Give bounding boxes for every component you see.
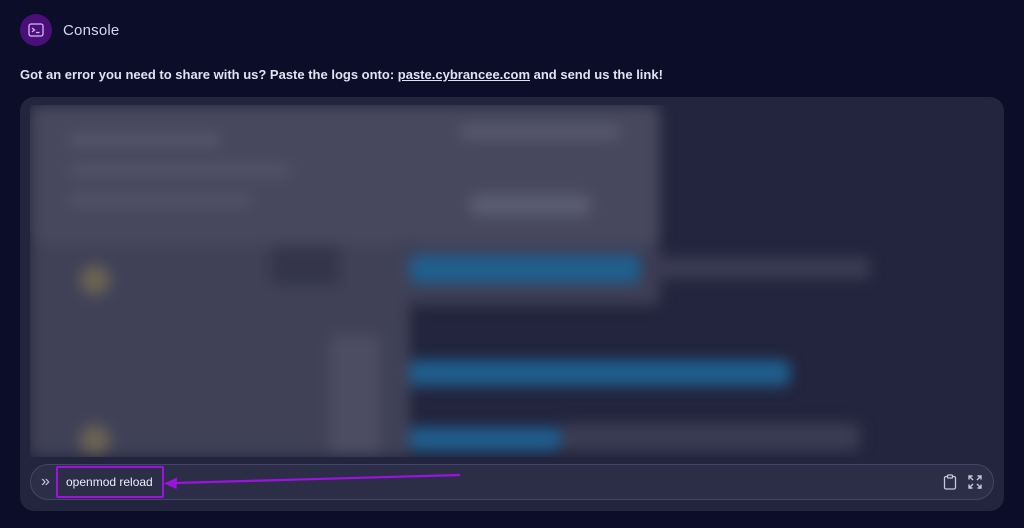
expand-icon[interactable] bbox=[967, 474, 983, 495]
page-header: Console bbox=[20, 12, 119, 48]
console-page: Console Got an error you need to share w… bbox=[0, 0, 1024, 528]
blurred-log-content bbox=[30, 105, 970, 457]
info-text: Got an error you need to share with us? … bbox=[20, 67, 663, 82]
info-prefix: Got an error you need to share with us? … bbox=[20, 67, 398, 82]
paste-link[interactable]: paste.cybrancee.com bbox=[398, 67, 530, 82]
command-input[interactable] bbox=[56, 466, 164, 498]
console-panel: » bbox=[20, 97, 1004, 511]
annotation-arrow bbox=[164, 473, 461, 489]
info-suffix: and send us the link! bbox=[530, 67, 663, 82]
terminal-icon bbox=[20, 14, 52, 46]
console-log-output[interactable] bbox=[30, 105, 970, 457]
chevron-right-double-icon: » bbox=[41, 473, 50, 490]
clipboard-icon[interactable] bbox=[943, 474, 957, 495]
page-title: Console bbox=[63, 21, 120, 39]
